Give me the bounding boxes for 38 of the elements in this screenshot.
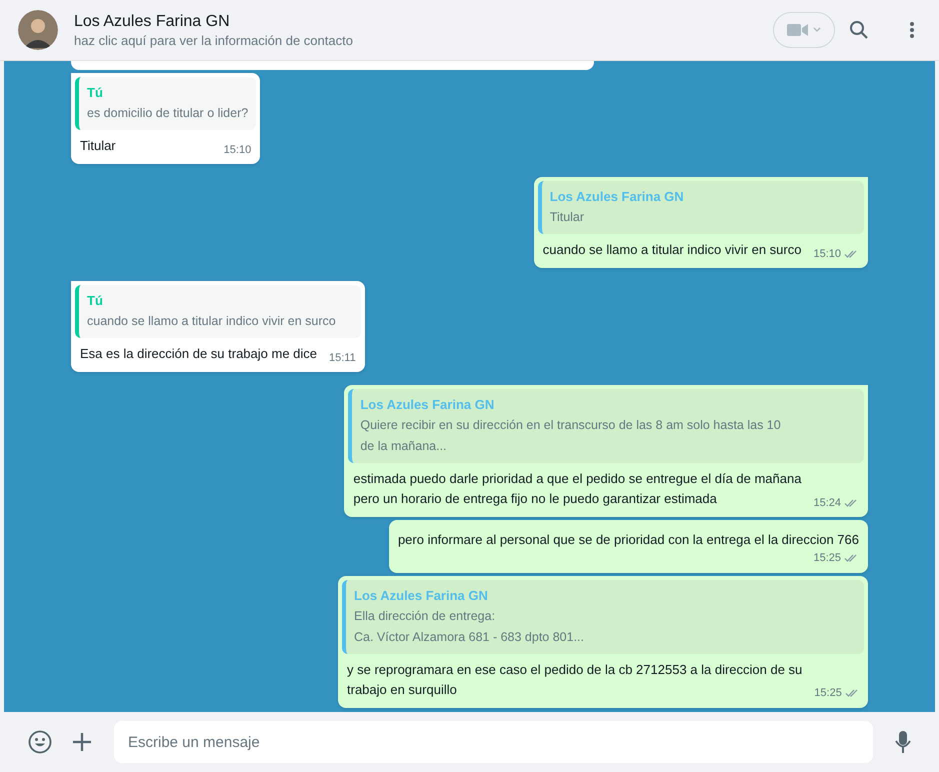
- quoted-message[interactable]: Los Azules Farina GN Quiere recibir en su dirección en el transcurso de las 8 am solo hasta las 10 de la mañana...: [348, 389, 864, 463]
- microphone-icon[interactable]: [895, 730, 911, 754]
- message-text: Titular: [80, 137, 116, 155]
- quote-author: Tú: [87, 84, 104, 102]
- contact-name[interactable]: Los Azules Farina GN: [74, 10, 353, 32]
- quote-text: Ella dirección de entrega: Ca. Víctor Alzamora 681 - 683 dpto 801...: [354, 608, 585, 646]
- emoji-icon[interactable]: [28, 730, 52, 754]
- message-time: 15:11: [329, 350, 356, 366]
- message-text: Esa es la dirección de su trabajo me dice: [80, 345, 318, 363]
- message-time: 15:10: [813, 246, 841, 262]
- menu-icon[interactable]: [909, 21, 915, 39]
- message-text: estimada puedo darle prioridad a que el pedido se entregue el día de mañana pero un horario de entrega fijo no le puedo garantizar estimada: [353, 470, 802, 508]
- quote-text: cuando se llamo a titular indico vivir en surco: [87, 313, 337, 330]
- quote-author: Los Azules Farina GN: [550, 188, 685, 206]
- contact-subtitle[interactable]: haz clic aquí para ver la información de contacto: [74, 32, 353, 50]
- message-text: cuando se llamo a titular indico vivir en surco: [542, 241, 802, 259]
- quoted-message[interactable]: Tú cuando se llamo a titular indico vivir en surco: [75, 285, 361, 338]
- quote-text: Quiere recibir en su dirección en el transcurso de las 8 am solo hasta las 10 de la mañana...: [360, 417, 782, 455]
- message-time: 15:25: [813, 551, 841, 566]
- search-icon[interactable]: [849, 20, 869, 40]
- quoted-message[interactable]: Tú es domicilio de titular o lider?: [75, 77, 256, 130]
- quote-author: Tú: [87, 292, 104, 310]
- message-time: 15:24: [813, 496, 841, 510]
- message-text: pero informare al personal que se de prioridad con la entrega el la direccion 766: [398, 531, 859, 549]
- quoted-message[interactable]: Los Azules Farina GN Ella dirección de entrega: Ca. Víctor Alzamora 681 - 683 dpto 801...: [342, 580, 864, 654]
- plus-icon[interactable]: [72, 732, 92, 752]
- quote-author: Los Azules Farina GN: [354, 586, 489, 604]
- video-camera-icon: [787, 23, 809, 37]
- message-time: 15:25: [814, 686, 842, 701]
- quote-text: es domicilio de titular o lider?: [87, 105, 248, 122]
- quote-text: Titular: [550, 209, 586, 226]
- message-time: 15:10: [224, 142, 252, 158]
- quote-author: Los Azules Farina GN: [360, 396, 496, 414]
- avatar-icon[interactable]: [18, 10, 58, 50]
- message-text: y se reprogramara en ese caso el pedido de la cb 2712553 a la direccion de su trabajo en surquillo: [347, 660, 802, 699]
- message-input[interactable]: Escribe un mensaje: [114, 721, 873, 763]
- quoted-message[interactable]: Los Azules Farina GN Titular: [538, 181, 864, 234]
- caret-icon: [813, 27, 821, 33]
